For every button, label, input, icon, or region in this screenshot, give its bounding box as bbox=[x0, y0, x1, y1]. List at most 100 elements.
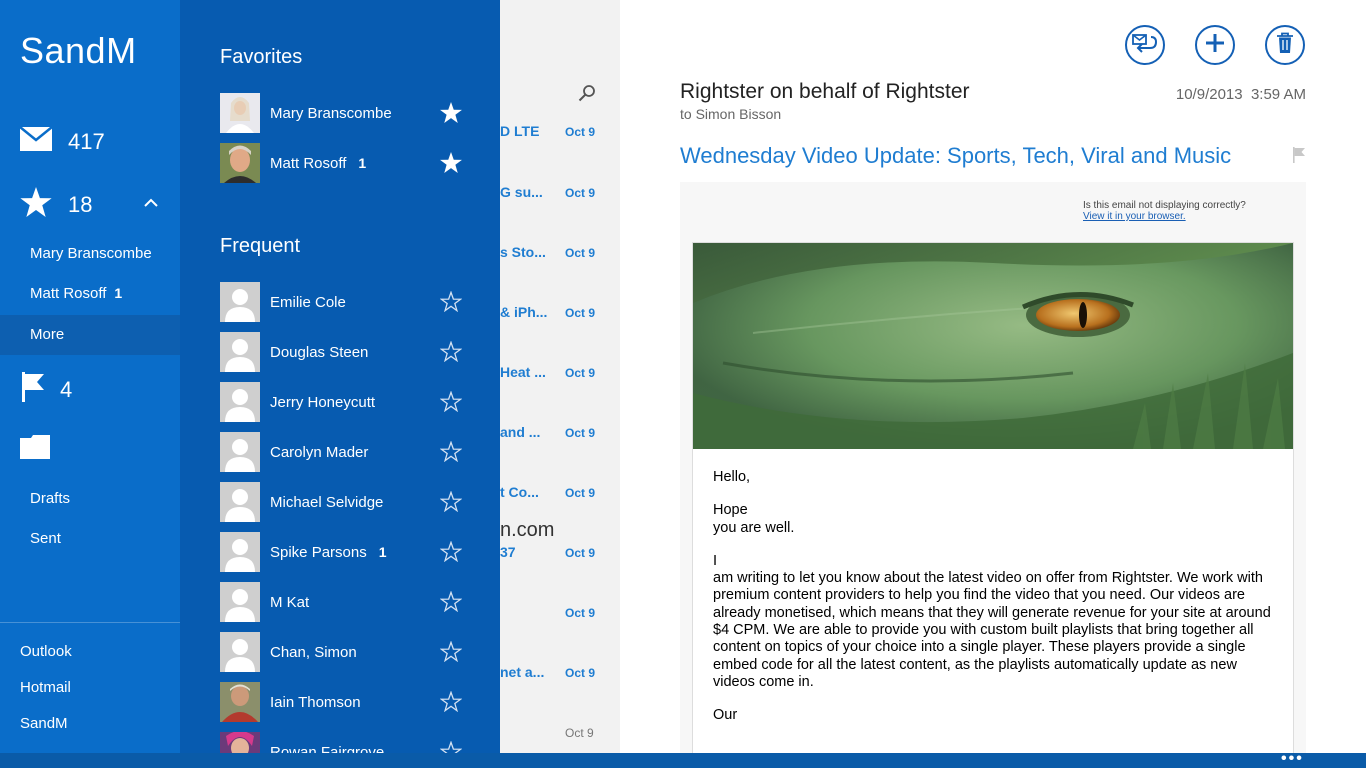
message-date: Oct 9 bbox=[565, 726, 594, 740]
star-outline-icon[interactable] bbox=[439, 640, 463, 667]
inbox-count: 417 bbox=[68, 128, 105, 154]
reading-pane: Rightster on behalf of Rightster to Simo… bbox=[620, 0, 1366, 753]
search-icon[interactable] bbox=[578, 84, 596, 107]
star-outline-icon[interactable] bbox=[439, 490, 463, 517]
favorite-contact-label: Matt Rosoff bbox=[30, 285, 107, 302]
flag-icon[interactable] bbox=[1292, 147, 1306, 168]
dragon-banner-image[interactable] bbox=[693, 243, 1293, 449]
default-avatar-icon bbox=[220, 482, 260, 522]
delete-button[interactable] bbox=[1265, 25, 1305, 65]
favorite-contact-mary-branscombe[interactable]: Mary Branscombe bbox=[30, 245, 152, 262]
favorite-person[interactable]: Mary Branscombe bbox=[220, 93, 470, 133]
unread-badge: 1 bbox=[114, 285, 123, 301]
person-name: M Kat bbox=[270, 593, 310, 611]
frequent-person[interactable]: Iain Thomson bbox=[220, 682, 470, 722]
star-icon bbox=[20, 187, 52, 222]
default-avatar-icon bbox=[220, 582, 260, 622]
star-outline-icon[interactable] bbox=[439, 290, 463, 317]
app-bar: ••• bbox=[0, 751, 1366, 768]
view-in-browser-link[interactable]: View it in your browser. bbox=[1083, 211, 1246, 222]
folder-sent[interactable]: Sent bbox=[30, 530, 61, 547]
star-outline-icon[interactable] bbox=[439, 590, 463, 617]
frequent-person[interactable]: Emilie Cole bbox=[220, 282, 470, 322]
message-subject[interactable]: 37 bbox=[500, 544, 516, 560]
message-text: Hello, Hope you are well. I am writing t… bbox=[713, 469, 1273, 741]
account-outlook[interactable]: Outlook bbox=[20, 643, 72, 660]
message-subject[interactable]: G su... bbox=[500, 184, 543, 200]
folder-drafts[interactable]: Drafts bbox=[30, 490, 70, 507]
reply-icon bbox=[1132, 32, 1158, 59]
frequent-person[interactable]: Carolyn Mader bbox=[220, 432, 470, 472]
person-name: Spike Parsons bbox=[270, 543, 367, 561]
account-hotmail[interactable]: Hotmail bbox=[20, 679, 71, 696]
new-message-button[interactable] bbox=[1195, 25, 1235, 65]
star-filled-icon[interactable] bbox=[440, 152, 462, 178]
person-name: Carolyn Mader bbox=[270, 443, 369, 461]
avatar bbox=[220, 732, 260, 753]
sender-name[interactable]: Rightster on behalf of Rightster bbox=[680, 80, 970, 104]
message-subject[interactable]: Heat ... bbox=[500, 364, 546, 380]
frequent-person[interactable]: M Kat bbox=[220, 582, 470, 622]
favorites-count: 18 bbox=[68, 191, 93, 217]
star-outline-icon[interactable] bbox=[439, 690, 463, 717]
favorite-contact-matt-rosoff[interactable]: Matt Rosoff 1 bbox=[30, 285, 122, 302]
not-displaying-text: Is this email not displaying correctly? bbox=[1083, 200, 1246, 211]
account-name[interactable]: SandM bbox=[20, 30, 137, 72]
flagged-folder[interactable]: 4 bbox=[20, 372, 72, 407]
folders-button[interactable] bbox=[20, 435, 50, 464]
favorite-person[interactable]: Matt Rosoff 1 bbox=[220, 143, 470, 183]
recipient-line[interactable]: to Simon Bisson bbox=[680, 106, 781, 122]
favorites-folder[interactable]: 18 bbox=[20, 187, 92, 222]
message-time: 3:59 AM bbox=[1250, 86, 1306, 103]
message-date: 10/9/2013 bbox=[1175, 86, 1243, 103]
message-subject[interactable]: & iPh... bbox=[500, 304, 547, 320]
message-subject[interactable]: D LTE bbox=[500, 123, 539, 139]
favorites-heading: Favorites bbox=[220, 46, 303, 68]
default-avatar-icon bbox=[220, 532, 260, 572]
star-outline-icon[interactable] bbox=[439, 340, 463, 367]
star-outline-icon[interactable] bbox=[439, 740, 463, 753]
frequent-person[interactable]: Rowan Fairgrove bbox=[220, 732, 470, 753]
star-outline-icon[interactable] bbox=[439, 540, 463, 567]
person-name: Matt Rosoff bbox=[270, 154, 347, 172]
account-sandm[interactable]: SandM bbox=[20, 715, 68, 732]
message-subject[interactable]: t Co... bbox=[500, 484, 539, 500]
frequent-person[interactable]: Chan, Simon bbox=[220, 632, 470, 672]
more-options-icon[interactable]: ••• bbox=[1281, 751, 1304, 767]
message-date: Oct 9 bbox=[565, 666, 596, 680]
navigation-pane: SandM 417 18 Mary Branscombe Matt Rosoff… bbox=[0, 0, 180, 753]
person-name: Chan, Simon bbox=[270, 643, 357, 661]
frequent-person[interactable]: Michael Selvidge bbox=[220, 482, 470, 522]
star-outline-icon[interactable] bbox=[439, 440, 463, 467]
trash-icon bbox=[1276, 32, 1294, 59]
message-date: Oct 9 bbox=[565, 186, 596, 200]
inbox-folder[interactable]: 417 bbox=[19, 126, 105, 156]
message-subject[interactable]: net a... bbox=[500, 664, 544, 680]
frequent-person[interactable]: Douglas Steen bbox=[220, 332, 470, 372]
message-datetime: 10/9/2013 3:59 AM bbox=[1176, 86, 1306, 103]
person-name: Michael Selvidge bbox=[270, 493, 384, 511]
body-paragraph: Our bbox=[713, 707, 738, 724]
message-sender-fragment: n.com bbox=[500, 519, 555, 541]
greeting-paragraph: Hello, bbox=[713, 469, 751, 485]
more-button[interactable]: More bbox=[0, 315, 180, 355]
message-date: Oct 9 bbox=[565, 426, 596, 440]
browser-view-notice: Is this email not displaying correctly? … bbox=[1083, 200, 1246, 222]
chevron-up-icon[interactable] bbox=[143, 195, 159, 216]
person-name: Emilie Cole bbox=[270, 293, 346, 311]
newsletter-card: Hello, Hope you are well. I am writing t… bbox=[692, 242, 1294, 753]
star-filled-icon[interactable] bbox=[440, 102, 462, 128]
frequent-heading: Frequent bbox=[220, 235, 301, 257]
respond-button[interactable] bbox=[1125, 25, 1165, 65]
folder-icon bbox=[20, 435, 50, 464]
message-subject[interactable]: s Sto... bbox=[500, 244, 546, 260]
star-outline-icon[interactable] bbox=[439, 390, 463, 417]
message-date: Oct 9 bbox=[565, 125, 596, 139]
frequent-person[interactable]: Spike Parsons 1 bbox=[220, 532, 470, 572]
person-name: Mary Branscombe bbox=[270, 104, 392, 122]
frequent-person[interactable]: Jerry Honeycutt bbox=[220, 382, 470, 422]
people-flyout: Favorites Mary Branscombe Matt Rosoff 1 … bbox=[180, 0, 500, 753]
message-subject[interactable]: and ... bbox=[500, 424, 540, 440]
default-avatar-icon bbox=[220, 282, 260, 322]
default-avatar-icon bbox=[220, 432, 260, 472]
